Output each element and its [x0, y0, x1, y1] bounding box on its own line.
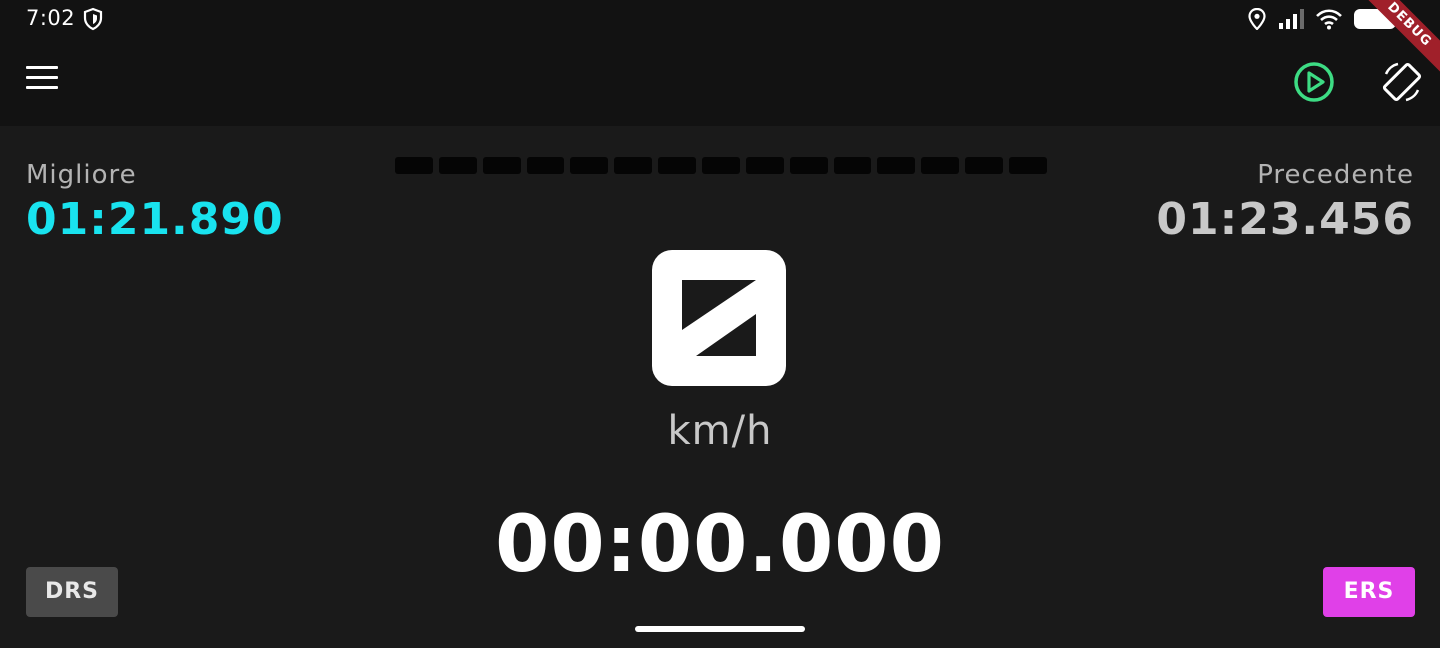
wifi-icon	[1316, 9, 1342, 30]
shield-icon	[83, 7, 103, 31]
rev-light-segment	[745, 157, 784, 174]
previous-lap-time: 01:23.456	[1156, 194, 1414, 245]
best-lap-time: 01:21.890	[26, 194, 284, 245]
menu-button[interactable]	[26, 66, 62, 98]
rev-light-segment	[482, 157, 521, 174]
home-indicator[interactable]	[635, 626, 805, 632]
rev-light-segment	[1009, 157, 1047, 174]
signal-icon	[1279, 9, 1304, 29]
gear-indicator	[652, 250, 786, 386]
rev-light-segment	[702, 157, 740, 174]
app-screen: 7:02 DEBUG Migliore 01:21.890 Precedente…	[0, 0, 1440, 648]
play-button[interactable]	[1292, 60, 1336, 104]
rev-light-segment	[921, 157, 960, 174]
rev-light-segment	[833, 157, 872, 174]
rev-light-bar	[395, 157, 1047, 174]
rev-light-segment	[658, 157, 697, 174]
rev-light-segment	[789, 157, 828, 174]
speed-unit: km/h	[667, 408, 773, 454]
missing-glyph-icon	[682, 280, 756, 356]
status-icons	[1248, 6, 1396, 32]
rev-light-segment	[570, 157, 609, 174]
rev-light-segment	[614, 157, 653, 174]
screen-rotation-icon	[1382, 62, 1422, 102]
previous-lap-label: Precedente	[1257, 160, 1414, 190]
current-lap-timer: 00:00.000	[495, 500, 945, 590]
top-bar: 7:02 DEBUG	[0, 0, 1440, 126]
status-time: 7:02	[26, 6, 76, 30]
drs-button[interactable]: DRS	[26, 567, 118, 617]
rev-light-segment	[438, 157, 477, 174]
rev-light-segment	[965, 157, 1004, 174]
location-icon	[1248, 8, 1266, 30]
rev-light-segment	[526, 157, 565, 174]
ers-button[interactable]: ERS	[1323, 567, 1415, 617]
rev-light-segment	[877, 157, 916, 174]
rev-light-segment	[395, 157, 433, 174]
best-lap-label: Migliore	[26, 160, 137, 190]
menu-icon	[26, 66, 58, 69]
screen-rotation-button[interactable]	[1380, 60, 1424, 104]
